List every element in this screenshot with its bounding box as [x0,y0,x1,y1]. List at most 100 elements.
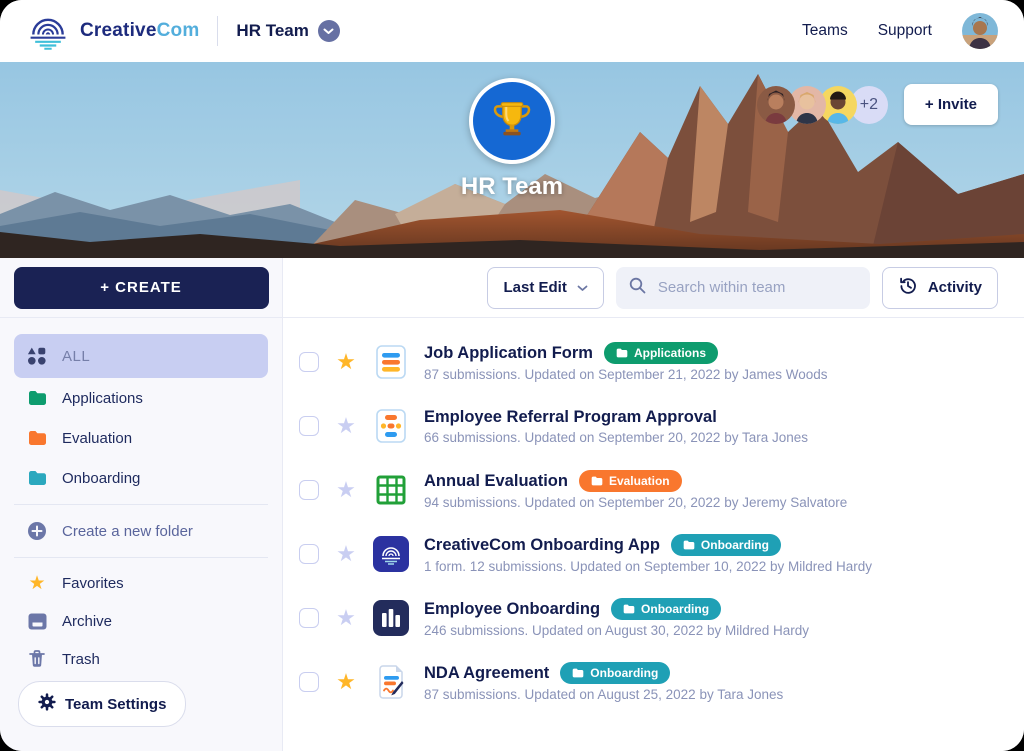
sidebar-divider [14,557,268,558]
row-checkbox[interactable] [299,608,319,628]
bar-chart-icon [373,600,409,636]
team-cover-banner: +2 + Invite H [0,62,1024,258]
folder-icon [27,430,47,446]
star-icon: ★ [27,574,47,593]
form-title[interactable]: Employee Onboarding [424,600,600,619]
app-window: CreativeCom HR Team Teams Support [0,0,1024,751]
trophy-icon [489,96,535,147]
create-button[interactable]: + CREATE [14,267,269,309]
form-title[interactable]: CreativeCom Onboarding App [424,536,660,555]
row-checkbox[interactable] [299,416,319,436]
favorite-star-icon[interactable]: ★ [334,351,358,373]
user-avatar[interactable] [962,13,998,49]
sidebar-item-label: Onboarding [62,470,140,487]
navbar-divider [217,16,218,46]
sort-dropdown-label: Last Edit [503,279,566,296]
sidebar-item-applications[interactable]: Applications [14,378,268,418]
main-panel: Last Edit [283,258,1024,751]
favorite-star-icon[interactable]: ★ [334,607,358,629]
sidebar-item-label: Evaluation [62,430,132,447]
folder-badge-label: Evaluation [609,474,670,488]
sidebar-divider [14,504,268,505]
activity-history-icon [898,276,918,300]
sidebar-item-label: Archive [62,613,112,630]
create-folder-item[interactable]: Create a new folder [14,511,268,551]
favorite-star-icon[interactable]: ★ [334,671,358,693]
team-avatar[interactable] [469,78,555,164]
create-section: + CREATE [0,258,282,318]
brand-name: CreativeCom [80,20,199,42]
plus-circle-icon [27,521,47,541]
form-row[interactable]: ★ CreativeCom Onboarding App Onboarding [299,522,998,586]
team-settings-label: Team Settings [65,696,166,713]
form-row[interactable]: ★ Employee Onboarding Onboarding 246 su [299,586,998,650]
team-name-title: HR Team [461,173,563,201]
folder-icon [27,390,47,406]
fingerprint-logo-icon [26,7,70,56]
favorite-star-icon[interactable]: ★ [334,543,358,565]
sidebar: + CREATE ALL [0,258,283,751]
nav-link-support[interactable]: Support [878,22,932,40]
row-checkbox[interactable] [299,352,319,372]
sidebar-secondary-nav: ★ Favorites Archive [0,564,282,678]
sidebar-item-all[interactable]: ALL [14,334,268,378]
sidebar-item-favorites[interactable]: ★ Favorites [14,564,268,602]
app-logo-icon [373,536,409,572]
form-row[interactable]: ★ Employee Referral Program Approval 66 … [299,394,998,458]
search-box [616,267,870,309]
form-meta: 1 form. 12 submissions. Updated on Septe… [424,559,872,574]
search-input[interactable] [656,278,857,297]
sidebar-item-label: Trash [62,651,100,668]
form-title[interactable]: Annual Evaluation [424,472,568,491]
sort-dropdown[interactable]: Last Edit [487,267,603,309]
favorite-star-icon[interactable]: ★ [334,479,358,501]
form-info: Employee Onboarding Onboarding 246 submi… [424,598,809,638]
sidebar-item-onboarding[interactable]: Onboarding [14,458,268,498]
row-checkbox[interactable] [299,672,319,692]
form-meta: 66 submissions. Updated on September 20,… [424,430,808,445]
form-icon [373,344,409,380]
activity-button[interactable]: Activity [882,267,998,309]
form-meta: 94 submissions. Updated on September 20,… [424,495,847,510]
form-meta: 246 submissions. Updated on August 30, 2… [424,623,809,638]
folder-badge[interactable]: Onboarding [560,662,670,684]
folder-badge[interactable]: Onboarding [671,534,781,556]
favorite-star-icon[interactable]: ★ [334,415,358,437]
row-checkbox[interactable] [299,544,319,564]
team-switcher-label: HR Team [236,21,308,41]
form-row[interactable]: ★ Annual Evaluation Evaluation 94 submi [299,458,998,522]
form-list: ★ Job Application Form Applications 87 [283,318,1024,714]
sidebar-item-evaluation[interactable]: Evaluation [14,418,268,458]
form-row[interactable]: ★ NDA Agreement Onboarding 87 submissio [299,650,998,714]
list-toolbar: Last Edit [283,258,1024,318]
form-title[interactable]: Employee Referral Program Approval [424,408,717,427]
form-meta: 87 submissions. Updated on September 21,… [424,367,827,382]
form-info: NDA Agreement Onboarding 87 submissions.… [424,662,783,702]
team-settings-button[interactable]: Team Settings [18,681,186,727]
all-shapes-icon [27,346,47,366]
sidebar-item-label: Applications [62,390,143,407]
form-title[interactable]: NDA Agreement [424,664,549,683]
row-checkbox[interactable] [299,480,319,500]
folder-icon [27,470,47,486]
brand-logo[interactable]: CreativeCom [26,7,199,56]
folder-badge[interactable]: Applications [604,342,718,364]
folder-badge[interactable]: Evaluation [579,470,682,492]
sidebar-nav: ALL Applications Evaluation [0,318,282,498]
activity-button-label: Activity [928,279,982,296]
form-title[interactable]: Job Application Form [424,344,593,363]
form-info: Annual Evaluation Evaluation 94 submissi… [424,470,847,510]
folder-badge-label: Onboarding [701,538,769,552]
sidebar-item-archive[interactable]: Archive [14,602,268,640]
form-info: Employee Referral Program Approval 66 su… [424,408,808,445]
team-switcher[interactable]: HR Team [236,20,339,42]
sidebar-item-trash[interactable]: Trash [14,640,268,678]
chevron-down-icon[interactable] [318,20,340,42]
nav-link-teams[interactable]: Teams [802,22,848,40]
member-avatar[interactable] [757,86,795,124]
folder-badge-label: Onboarding [641,602,709,616]
folder-badge[interactable]: Onboarding [611,598,721,620]
form-row[interactable]: ★ Job Application Form Applications 87 [299,330,998,394]
top-navbar: CreativeCom HR Team Teams Support [0,0,1024,62]
table-grid-icon [373,472,409,508]
